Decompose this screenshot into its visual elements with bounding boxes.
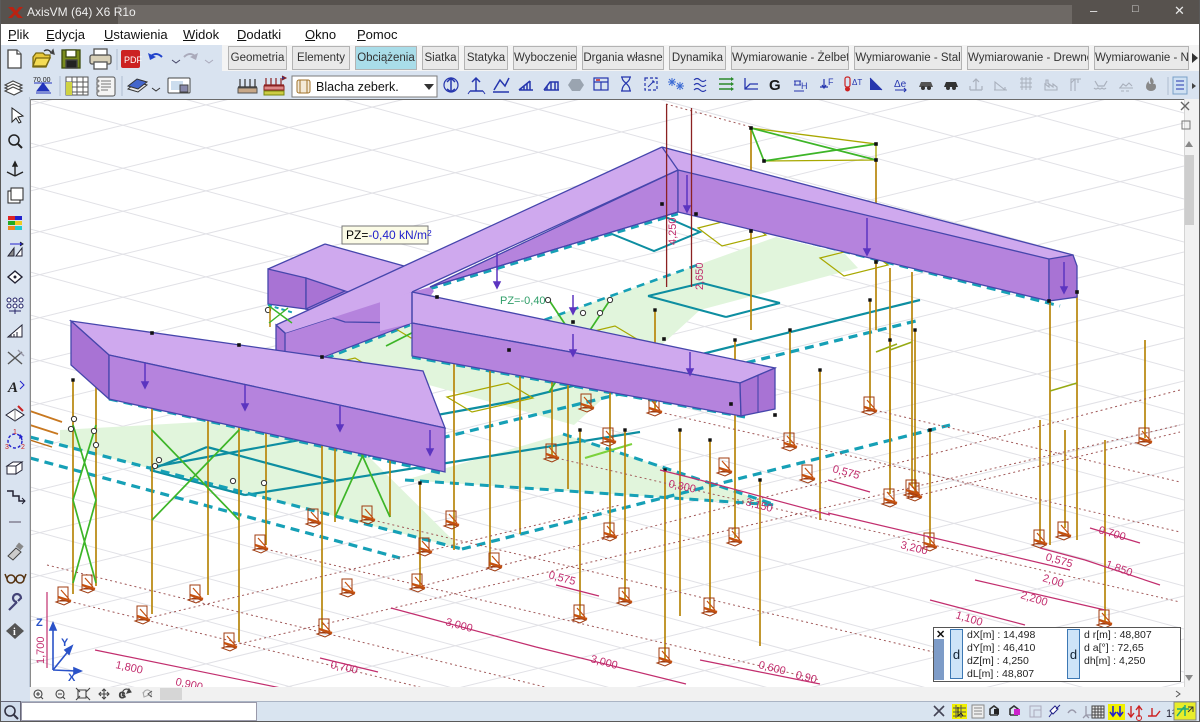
svg-text:2,200: 2,200 — [1019, 589, 1049, 609]
svg-text:ΔT: ΔT — [852, 78, 862, 87]
svg-text:1: 1 — [13, 429, 17, 436]
svg-text:3,000: 3,000 — [589, 653, 619, 672]
svg-text:Y: Y — [61, 637, 69, 649]
svg-text:1,850: 1,850 — [1104, 559, 1134, 580]
svg-text:PDF: PDF — [124, 55, 143, 65]
svg-text:1,800: 1,800 — [114, 659, 143, 676]
svg-text:G: G — [769, 77, 781, 94]
svg-text:A: A — [7, 380, 18, 396]
svg-text:3,000: 3,000 — [444, 616, 474, 635]
svg-text:H: H — [801, 81, 808, 91]
svg-text:0,700: 0,700 — [329, 659, 358, 676]
svg-text:0,90: 0,90 — [794, 669, 818, 686]
svg-text:0,900: 0,900 — [174, 676, 203, 687]
svg-text:G: G — [119, 691, 125, 700]
svg-text:0,700: 0,700 — [1097, 524, 1127, 543]
svg-text:2,650: 2,650 — [694, 262, 706, 290]
svg-text:PZ=-0,40 kN/m2: PZ=-0,40 kN/m2 — [346, 228, 432, 242]
svg-text:i: i — [13, 627, 16, 638]
svg-text:X: X — [68, 672, 76, 684]
svg-text:1,700: 1,700 — [35, 636, 47, 664]
svg-text:1,100: 1,100 — [954, 609, 984, 629]
svg-text:3: 3 — [5, 444, 9, 451]
svg-text:PZ=-0,40: PZ=-0,40 — [500, 295, 546, 307]
svg-text:Blacha zeberk.: Blacha zeberk. — [316, 80, 399, 94]
svg-text:2: 2 — [21, 444, 25, 451]
svg-text:4,250: 4,250 — [667, 217, 679, 245]
svg-text:Z: Z — [36, 617, 43, 629]
svg-text:F: F — [828, 77, 834, 87]
svg-text:0,575: 0,575 — [547, 569, 577, 588]
